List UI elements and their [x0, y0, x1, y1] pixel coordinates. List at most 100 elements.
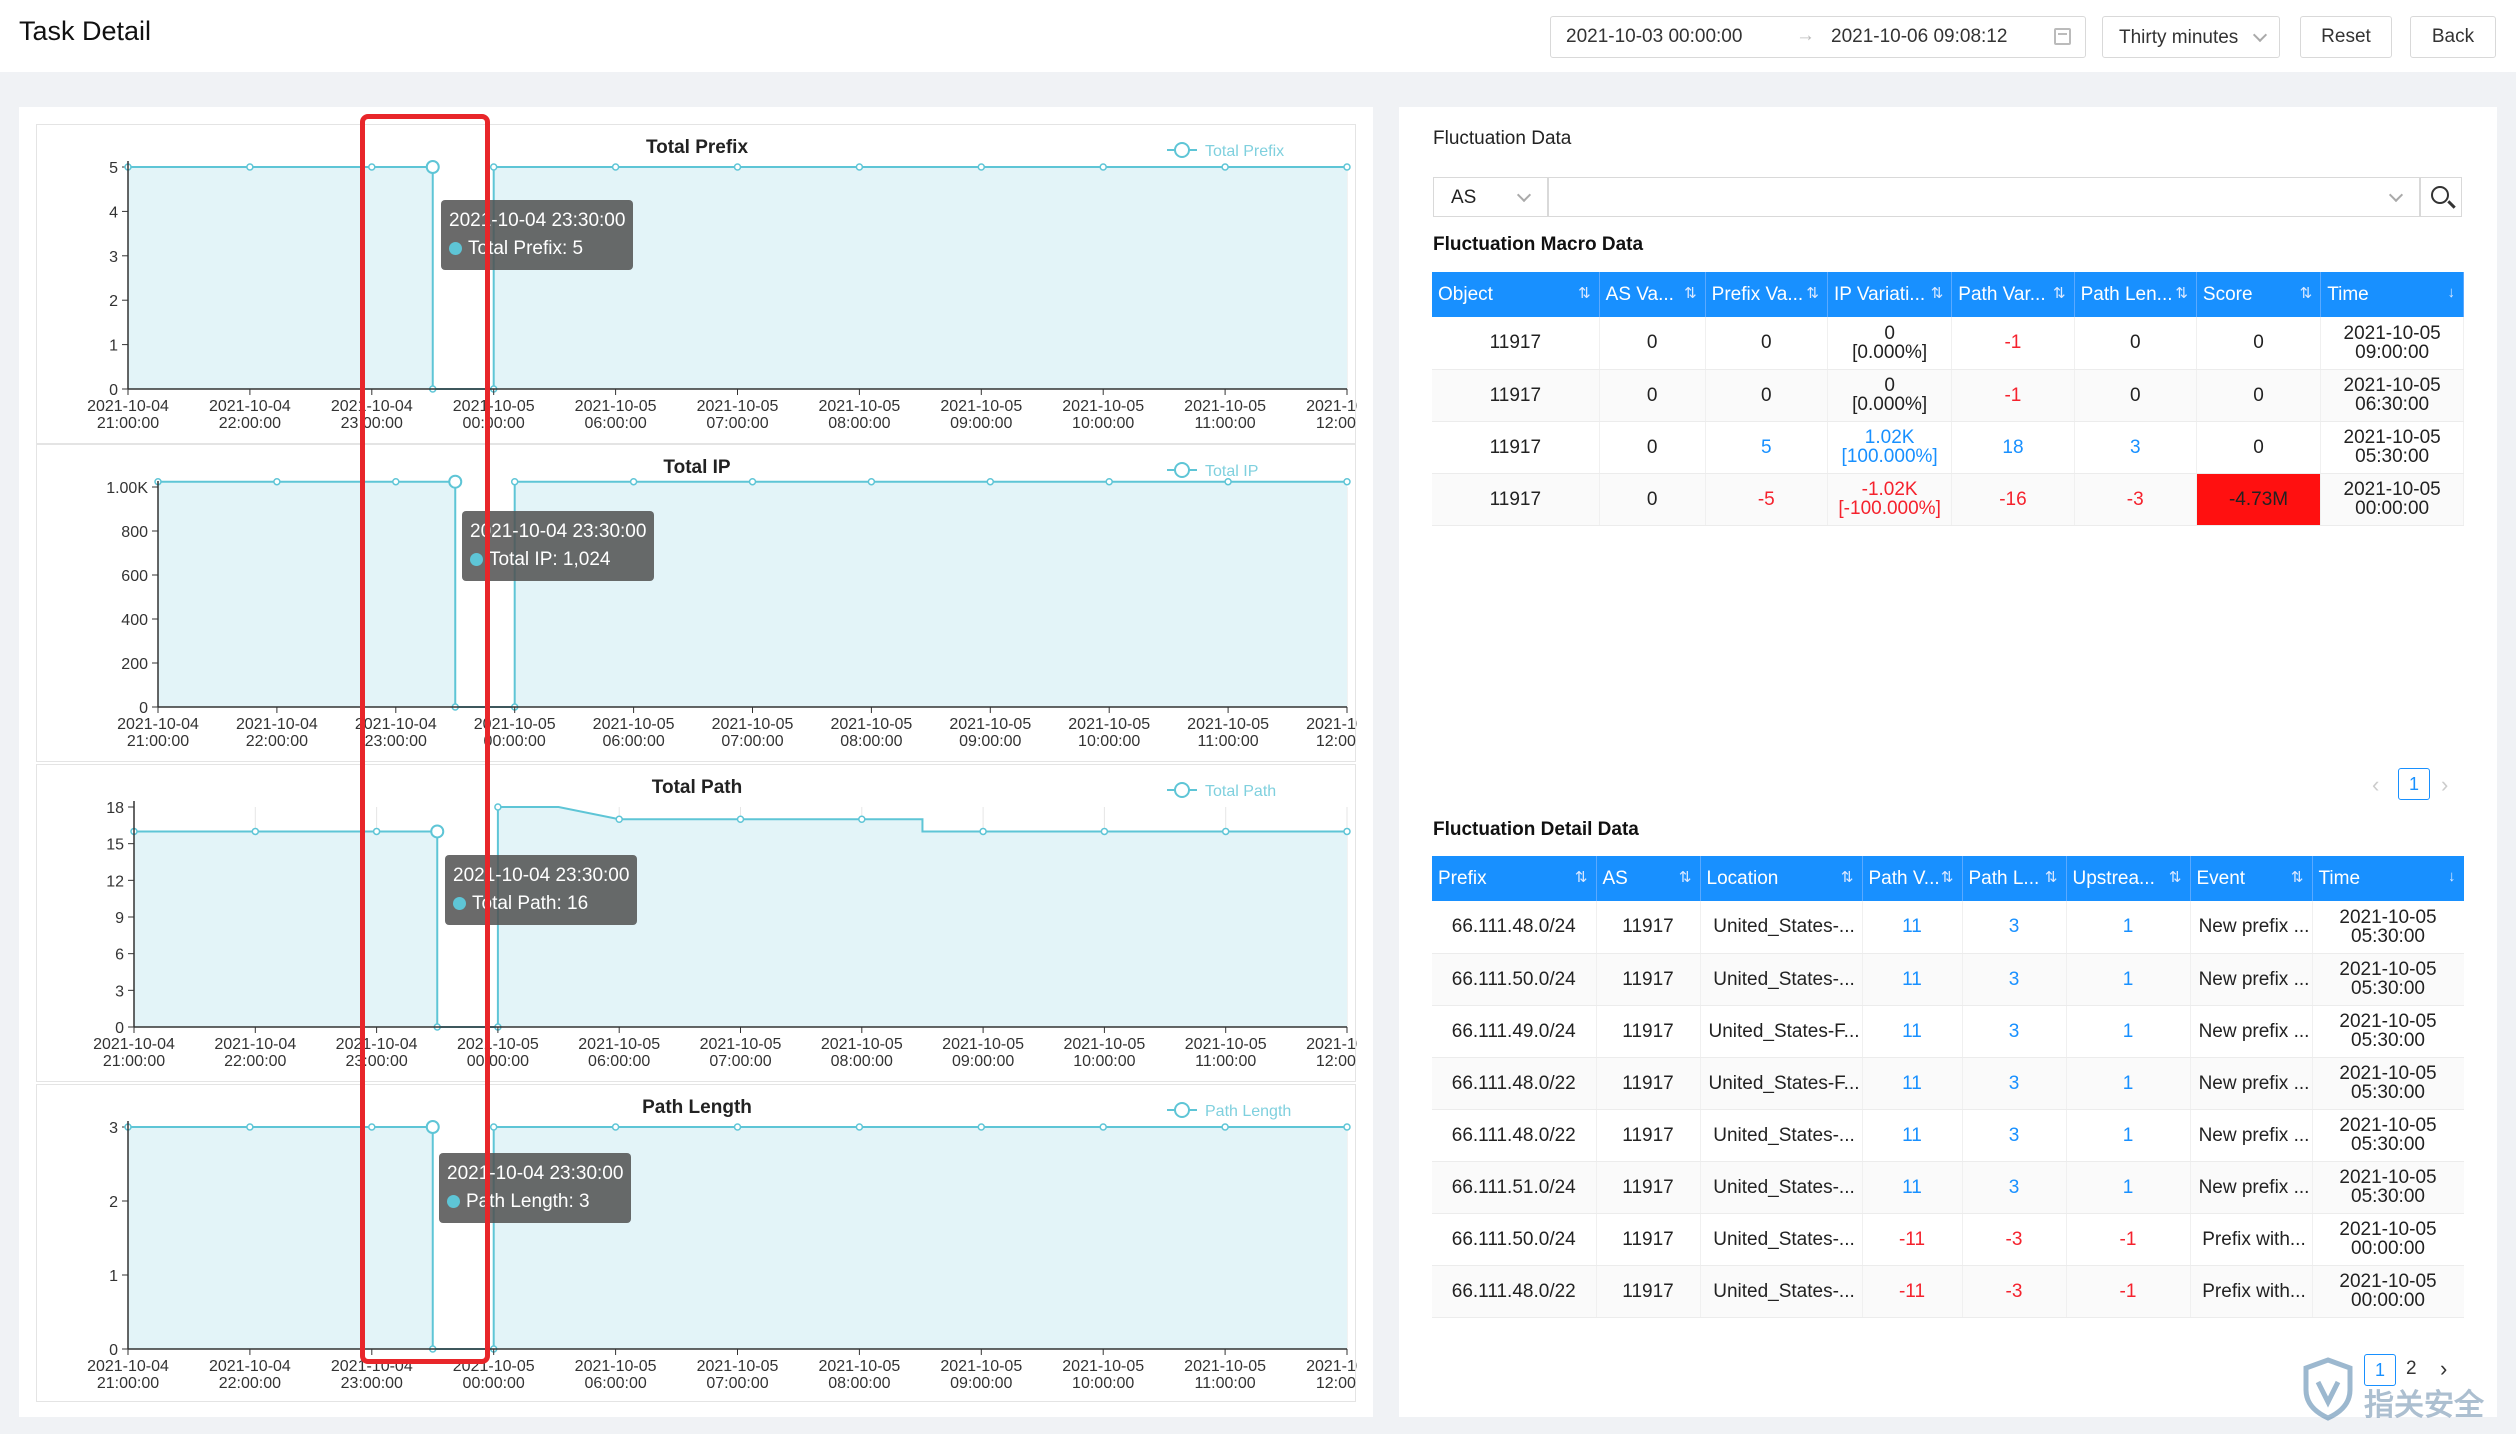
table-row[interactable]: 66.111.49.0/24 11917 United_States-F... 11 3… — [1432, 1005, 2464, 1058]
data-point — [489, 1123, 498, 1131]
x-tick-label: 10:00:00 — [1072, 1375, 1134, 1392]
x-tick-label: 2021-10-05 — [949, 716, 1031, 733]
sort-icon[interactable]: ⇅ — [1679, 868, 1692, 886]
x-tick-label: 22:00:00 — [246, 733, 308, 750]
column-header[interactable]: Score ⇅ — [2196, 272, 2322, 317]
table-cell: 0 — [2074, 317, 2197, 370]
y-tick-label: 5 — [109, 160, 118, 177]
chevron-down-icon — [2388, 187, 2404, 203]
sort-icon[interactable]: ↓ — [2448, 868, 2456, 885]
chart-total-prefix[interactable]: Total Prefix Total Prefix 0 1 2 3 4 5 2021-10-04… — [36, 124, 1357, 444]
table-cell: New prefix ... — [2190, 901, 2313, 954]
sort-icon[interactable]: ⇅ — [1806, 284, 1819, 302]
cell-text: 66.111.51.0/24 — [1451, 1176, 1576, 1198]
prev-page-icon[interactable]: ‹ — [2372, 772, 2379, 798]
interval-select[interactable]: Thirty minutes — [2102, 16, 2280, 58]
sort-icon[interactable]: ⇅ — [1684, 284, 1697, 302]
table-row[interactable]: 11917 0 -5 -1.02K [-100.000%] -16 -3 -4.73M 2021… — [1432, 473, 2464, 526]
data-point — [1100, 827, 1109, 836]
cell-text: New prefix ... — [2198, 1072, 2310, 1094]
table-row[interactable]: 66.111.48.0/22 11917 United_States-... -11 -… — [1432, 1265, 2464, 1318]
sort-icon[interactable]: ⇅ — [2300, 284, 2313, 302]
x-tick-label: 2021-10-05 — [575, 398, 657, 415]
table-cell: 1 — [2066, 1109, 2191, 1162]
table-cell: 11917 — [1432, 317, 1600, 370]
column-header[interactable]: Prefix ⇅ — [1432, 856, 1597, 901]
column-header[interactable]: AS ⇅ — [1596, 856, 1701, 901]
table-cell: -3 — [1962, 1213, 2067, 1266]
column-header[interactable]: Event ⇅ — [2190, 856, 2313, 901]
table-row[interactable]: 11917 0 5 1.02K [100.000%] 18 3 0 2021-10-05 05:3… — [1432, 421, 2464, 474]
column-header-label: Upstrea... — [2072, 867, 2155, 889]
next-page-icon[interactable]: › — [2441, 772, 2448, 798]
date-start[interactable]: 2021-10-03 00:00:00 — [1566, 26, 1742, 48]
sort-icon[interactable]: ⇅ — [1578, 284, 1591, 302]
cell-text: 5 — [1761, 436, 1772, 458]
table-cell: 0 [0.000%] — [1827, 369, 1953, 422]
column-header[interactable]: Path V... ⇅ — [1862, 856, 1963, 901]
column-header[interactable]: Path Var... ⇅ — [1951, 272, 2075, 317]
table-cell: -11 — [1862, 1265, 1963, 1318]
date-range-picker[interactable]: 2021-10-03 00:00:00 → 2021-10-06 09:08:1… — [1550, 16, 2086, 58]
column-header[interactable]: Path Len... ⇅ — [2074, 272, 2197, 317]
table-row[interactable]: 11917 0 0 0 [0.000%] -1 0 0 2021-10-05 06:30:00 — [1432, 369, 2464, 422]
x-tick-label: 2021-10-04 — [117, 716, 199, 733]
x-tick-label: 21:00:00 — [103, 1053, 165, 1070]
sort-icon[interactable]: ⇅ — [2175, 284, 2188, 302]
column-header[interactable]: Upstrea... ⇅ — [2066, 856, 2191, 901]
data-point — [1343, 827, 1351, 836]
date-end[interactable]: 2021-10-06 09:08:12 — [1831, 26, 2007, 48]
sort-icon[interactable]: ⇅ — [1931, 284, 1944, 302]
x-tick-label: 2021-10-05 — [593, 716, 675, 733]
cell-text: [100.000%] — [1841, 446, 1938, 467]
column-header[interactable]: Time ↓ — [2320, 272, 2464, 317]
table-row[interactable]: 66.111.48.0/22 11917 United_States-... 11 3 1… — [1432, 1109, 2464, 1162]
sort-icon[interactable]: ⇅ — [2045, 868, 2058, 886]
page-button-1[interactable]: 1 — [2398, 768, 2430, 800]
search-input[interactable] — [1548, 177, 2420, 217]
y-tick-label: 400 — [121, 612, 148, 629]
column-header[interactable]: IP Variati... ⇅ — [1827, 272, 1953, 317]
sort-icon[interactable]: ⇅ — [1941, 868, 1954, 886]
cell-text: 2021-10-05 — [2343, 375, 2441, 396]
x-tick-label: 11:00:00 — [1195, 415, 1256, 432]
table-row[interactable]: 66.111.50.0/24 11917 United_States-... -11 -… — [1432, 1213, 2464, 1266]
table-cell: -1 — [1951, 317, 2075, 370]
sort-icon[interactable]: ⇅ — [2169, 868, 2182, 886]
x-tick-label: 2021-10-05 — [712, 716, 794, 733]
x-tick-label: 08:00:00 — [831, 1053, 893, 1070]
chart-total-path[interactable]: Total Path Total Path 0 3 6 9 12 15 18 2021-10-04… — [36, 764, 1357, 1082]
cell-text: 0 — [1884, 322, 1895, 344]
data-point — [977, 163, 986, 171]
column-header[interactable]: Time ↓ — [2312, 856, 2464, 901]
column-header-label: Object — [1438, 283, 1493, 305]
cell-text: 3 — [2008, 1176, 2020, 1198]
search-button[interactable] — [2420, 177, 2462, 217]
table-cell: New prefix ... — [2190, 953, 2313, 1006]
sort-icon[interactable]: ⇅ — [1575, 868, 1588, 886]
table-cell: 0 — [1599, 317, 1706, 370]
sort-icon[interactable]: ⇅ — [1841, 868, 1854, 886]
cell-text: 11917 — [1622, 1176, 1674, 1198]
column-header[interactable]: AS Va... ⇅ — [1599, 272, 1706, 317]
column-header[interactable]: Path L... ⇅ — [1962, 856, 2067, 901]
chart-total-ip[interactable]: Total IP Total IP 0 200 400 600 800 1.00K 2021-1… — [36, 444, 1357, 762]
column-header[interactable]: Location ⇅ — [1700, 856, 1863, 901]
back-button[interactable]: Back — [2410, 16, 2496, 58]
column-header[interactable]: Prefix Va... ⇅ — [1705, 272, 1828, 317]
data-point — [1221, 163, 1229, 171]
as-select[interactable]: AS — [1433, 177, 1548, 217]
table-cell: 0 — [1705, 369, 1828, 422]
sort-icon[interactable]: ↓ — [2448, 284, 2456, 301]
sort-icon[interactable]: ⇅ — [2053, 284, 2066, 302]
chart-path-length[interactable]: Path Length Path Length 0 1 2 3 2021-10-04 21:0… — [36, 1084, 1357, 1402]
table-row[interactable]: 66.111.50.0/24 11917 United_States-... 11 3 1… — [1432, 953, 2464, 1006]
tooltip-time: 2021-10-04 23:30:00 — [470, 521, 647, 542]
column-header[interactable]: Object ⇅ — [1432, 272, 1600, 317]
table-row[interactable]: 66.111.48.0/24 11917 United_States-... 11 3 1… — [1432, 901, 2464, 954]
table-row[interactable]: 66.111.51.0/24 11917 United_States-... 11 3 1… — [1432, 1161, 2464, 1214]
reset-button[interactable]: Reset — [2300, 16, 2392, 58]
table-row[interactable]: 11917 0 0 0 [0.000%] -1 0 0 2021-10-05 09:00:00 — [1432, 317, 2464, 370]
table-row[interactable]: 66.111.48.0/22 11917 United_States-F... 11 3… — [1432, 1057, 2464, 1110]
sort-icon[interactable]: ⇅ — [2291, 868, 2304, 886]
